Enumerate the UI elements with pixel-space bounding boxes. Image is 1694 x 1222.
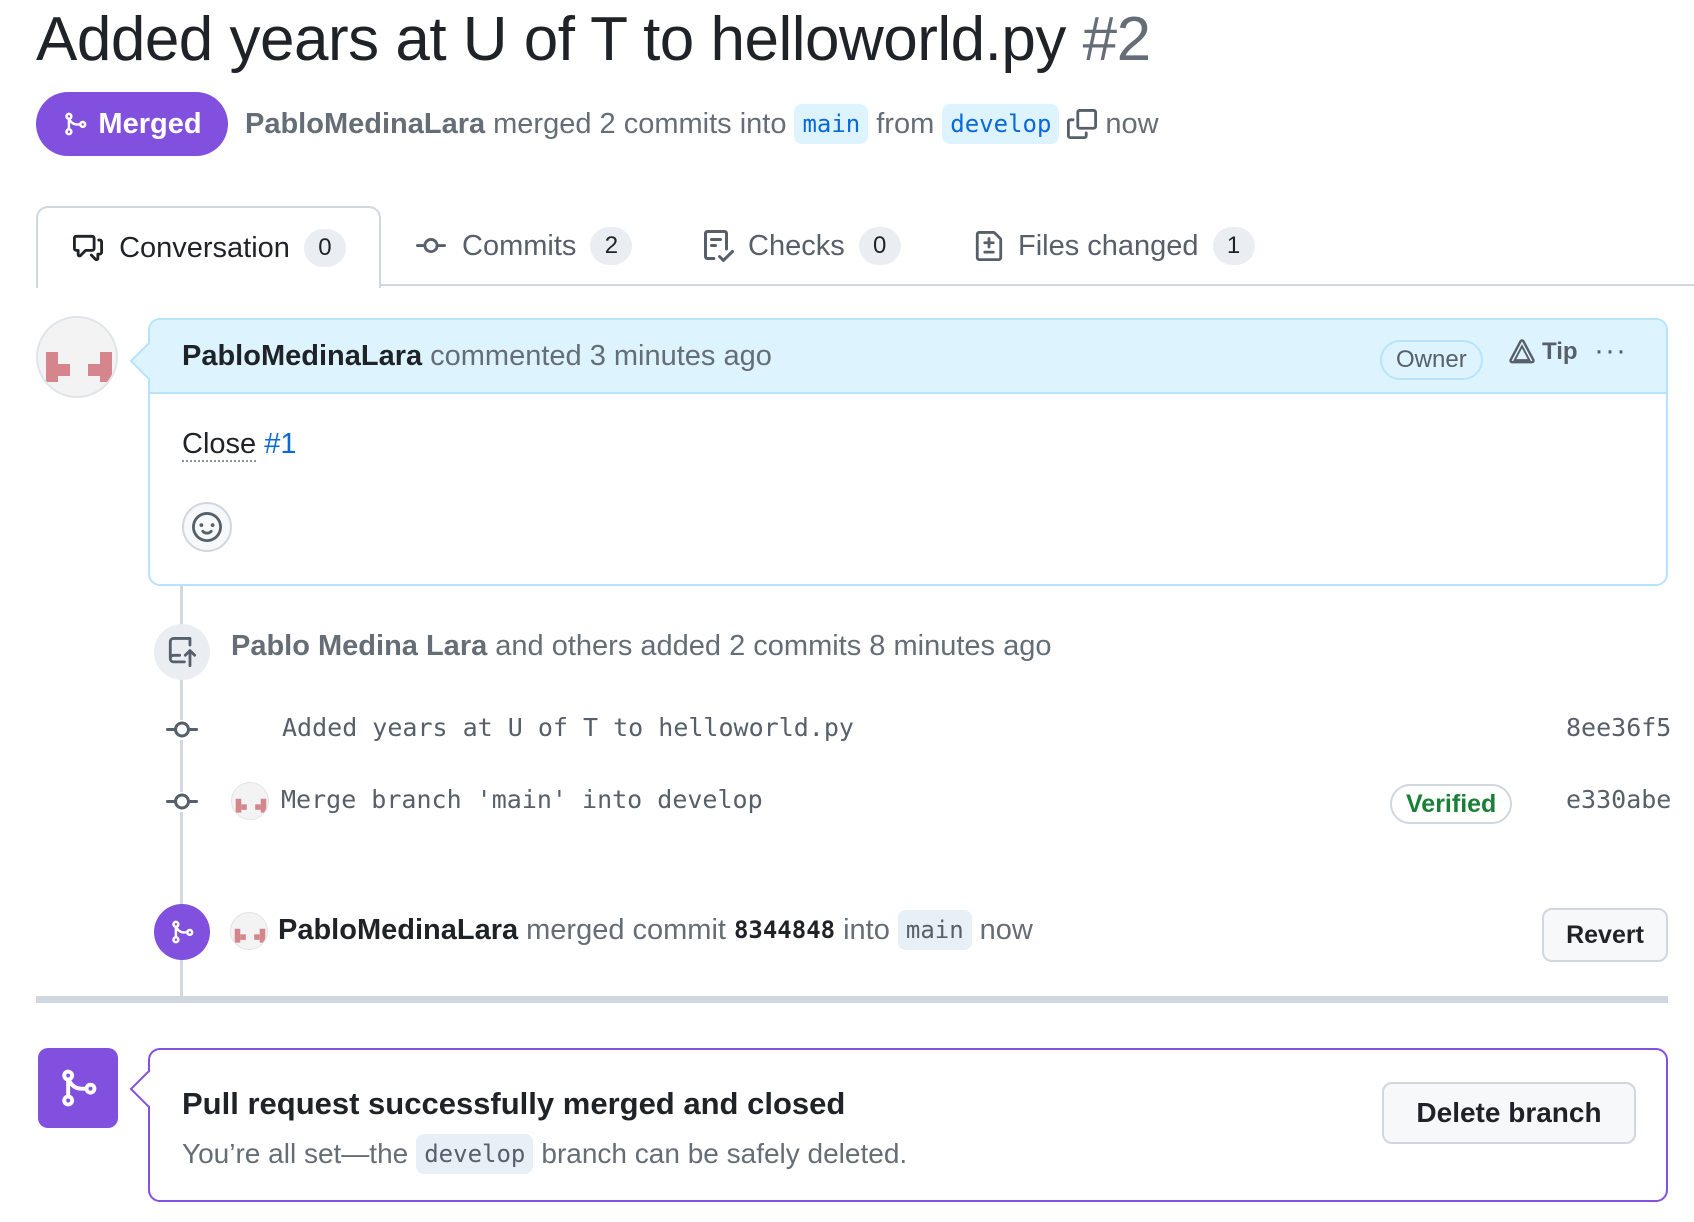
comment-author[interactable]: PabloMedinaLara [182, 340, 422, 373]
avatar[interactable] [230, 912, 268, 950]
git-merge-icon [172, 920, 194, 944]
owner-badge: Owner [1380, 340, 1483, 380]
commit-sha-link[interactable]: e330abe [1566, 785, 1671, 814]
merged-status-title: Pull request successfully merged and clo… [182, 1086, 846, 1121]
merge-commit-sha[interactable]: 8344848 [734, 916, 835, 944]
kebab-icon[interactable]: ··· [1594, 334, 1627, 368]
merged-status-subtitle: You’re all set—the develop branch can be… [182, 1134, 907, 1174]
tab-checks[interactable]: Checks 0 [702, 206, 901, 286]
pr-title-text: Added years at U of T to helloworld.py [36, 5, 1066, 74]
merged-card-caret [129, 1070, 167, 1108]
git-merge-icon [62, 1069, 97, 1107]
push-event-text: Pablo Medina Lara and others added 2 com… [231, 630, 1051, 663]
tab-conversation[interactable]: Conversation 0 [36, 206, 381, 288]
checklist-icon [704, 230, 734, 262]
comment-meta[interactable]: commented 3 minutes ago [430, 340, 772, 373]
git-commit-icon [166, 720, 198, 740]
merged-status-card: Pull request successfully merged and clo… [129, 1048, 1668, 1202]
from-word: from [876, 107, 935, 140]
merged-sub-after: branch can be safely deleted. [541, 1138, 908, 1169]
merge-author[interactable]: PabloMedinaLara [278, 914, 518, 947]
issue-link[interactable]: #1 [264, 428, 296, 460]
merge-description: merged commit [526, 913, 726, 946]
git-merge-icon [65, 112, 87, 136]
push-event-badge [154, 624, 210, 680]
pr-meta: PabloMedinaLara merged 2 commits into ma… [245, 104, 1159, 144]
pr-author-link[interactable]: PabloMedinaLara [245, 108, 485, 141]
commit-sha-link[interactable]: 8ee36f5 [1566, 713, 1671, 742]
comment-body-text: Close [182, 428, 257, 462]
pr-time: now [1105, 107, 1159, 140]
merge-time: now [979, 913, 1033, 946]
base-branch[interactable]: main [794, 104, 869, 144]
tab-commits[interactable]: Commits 2 [414, 206, 633, 286]
merge-event-badge [154, 904, 210, 960]
identicon-avatar-icon [234, 928, 266, 943]
tip-label: Tip [1542, 338, 1578, 365]
merged-state-label: Merged [98, 107, 202, 140]
pr-number: #2 [1082, 5, 1151, 74]
tab-files-changed-label: Files changed [1018, 229, 1199, 262]
push-description: and others added 2 commits 8 minutes ago [495, 630, 1052, 662]
tab-conversation-counter: 0 [303, 229, 346, 267]
comment-card: PabloMedinaLara commented 3 minutes ago … [129, 318, 1668, 586]
push-author[interactable]: Pablo Medina Lara [231, 630, 487, 662]
avatar[interactable] [231, 782, 269, 820]
head-branch[interactable]: develop [942, 104, 1060, 144]
avatar[interactable] [36, 316, 118, 398]
merge-target-branch[interactable]: main [897, 910, 972, 950]
comment-body: Close #1 [182, 428, 296, 462]
tab-files-changed-counter: 1 [1212, 227, 1255, 265]
verified-badge[interactable]: Verified [1390, 784, 1513, 824]
copy-icon[interactable] [1067, 109, 1098, 139]
tab-commits-label: Commits [462, 229, 577, 262]
file-diff-icon [975, 231, 1003, 261]
smiley-icon [192, 512, 222, 542]
git-commit-icon [416, 238, 446, 254]
merge-phrase: merged 2 commits into [493, 107, 787, 140]
repo-push-icon [168, 637, 197, 667]
commit-message-link[interactable]: Added years at U of T to helloworld.py [282, 713, 854, 742]
tab-commits-counter: 2 [590, 227, 633, 265]
identicon-avatar-icon [235, 798, 267, 813]
comment-discussion-icon [73, 234, 104, 262]
merged-state-badge: Merged [36, 92, 228, 156]
merged-sub-before: You’re all set—the [182, 1138, 409, 1169]
timeline-divider [36, 996, 1668, 1003]
tip-button[interactable]: Tip [1508, 338, 1578, 366]
identicon-avatar-icon [46, 352, 112, 382]
deletable-branch[interactable]: develop [416, 1134, 534, 1174]
revert-button[interactable]: Revert [1542, 908, 1668, 962]
tab-files-changed[interactable]: Files changed 1 [974, 206, 1255, 286]
commit-message-link[interactable]: Merge branch 'main' into develop [281, 785, 763, 814]
pr-title: Added years at U of T to helloworld.py #… [36, 4, 1151, 75]
delete-branch-button[interactable]: Delete branch [1382, 1082, 1636, 1144]
into-word: into [843, 913, 890, 946]
tab-checks-counter: 0 [858, 227, 901, 265]
tab-conversation-label: Conversation [119, 231, 290, 264]
alert-icon [1509, 339, 1535, 364]
tab-checks-label: Checks [748, 229, 845, 262]
merge-event-text: PabloMedinaLara merged commit 8344848 in… [278, 910, 1033, 950]
add-reaction-button[interactable] [182, 502, 232, 552]
merged-status-badge [38, 1048, 118, 1128]
git-commit-icon [166, 792, 198, 812]
